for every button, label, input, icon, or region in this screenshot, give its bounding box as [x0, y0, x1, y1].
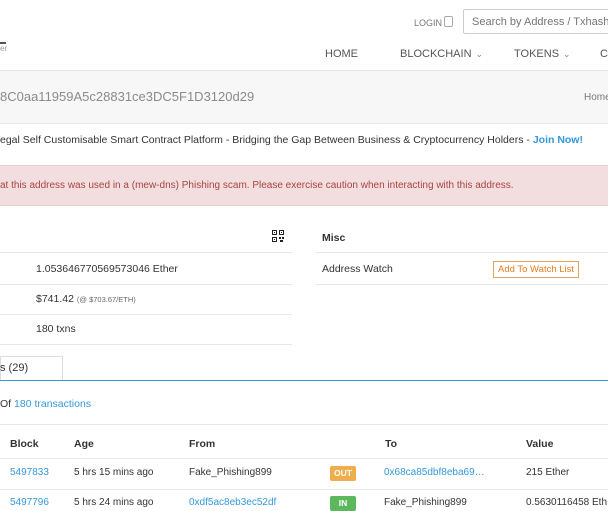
latest-prefix: Of	[0, 398, 15, 410]
nav-more-label: C	[600, 48, 608, 60]
login-link[interactable]: LOGIN	[414, 16, 454, 28]
from-address: Fake_Phishing899	[189, 467, 272, 478]
tx-age: 5 hrs 15 mins ago	[74, 467, 154, 478]
divider	[316, 252, 608, 253]
nav-more[interactable]: C	[600, 48, 608, 60]
ether-rate: (@ $703.67/ETH)	[76, 295, 136, 304]
divider	[0, 458, 608, 459]
column-header-value: Value	[526, 438, 554, 450]
to-address: Fake_Phishing899	[384, 497, 467, 508]
nav-blockchain[interactable]: BLOCKCHAIN ⌄	[400, 48, 483, 60]
divider	[0, 489, 608, 490]
divider	[0, 424, 608, 425]
transactions-count: 180 txns	[36, 323, 76, 335]
nav-home[interactable]: HOME	[325, 48, 358, 60]
page-title: 8C0aa11959A5c28831ce3DC5F1D3120d29	[0, 89, 255, 104]
chevron-down-icon: ⌄	[563, 49, 571, 59]
tab-underline	[0, 380, 608, 381]
add-to-watch-list-button[interactable]: Add To Watch List	[493, 261, 580, 278]
search-input[interactable]	[463, 9, 608, 34]
nav-tokens[interactable]: TOKENS ⌄	[514, 48, 571, 60]
block-link[interactable]: 5497796	[10, 497, 49, 508]
balance-value: 1.053646770569573046 Ether	[36, 263, 178, 275]
direction-out-badge: OUT	[330, 466, 356, 481]
latest-transactions-info: Of 180 transactions	[0, 398, 91, 410]
tab-transactions-label: s (29)	[0, 362, 29, 374]
column-header-to: To	[385, 438, 398, 450]
to-address-link[interactable]: 0x68ca85dbf8eba69…	[384, 467, 485, 478]
nav-tokens-label: TOKENS	[514, 48, 560, 60]
divider	[0, 284, 292, 285]
tx-value: 215 Ether	[526, 467, 570, 478]
tx-value: 0.5630116458 Eth	[526, 497, 608, 508]
promo-join-link[interactable]: Join Now!	[533, 134, 583, 146]
nav-blockchain-label: BLOCKCHAIN	[400, 48, 472, 60]
address-watch-label: Address Watch	[322, 263, 393, 275]
ether-value-usd: $741.42	[36, 293, 74, 305]
misc-title: Misc	[322, 232, 346, 244]
column-header-age: Age	[74, 438, 94, 450]
ether-value: $741.42 (@ $703.67/ETH)	[36, 293, 136, 305]
breadcrumb-home[interactable]: Home	[584, 92, 608, 103]
login-icon	[444, 16, 454, 27]
direction-in-badge: IN	[330, 496, 356, 511]
from-address-link[interactable]: 0xdf5ac8eb3ec52df	[189, 497, 276, 508]
divider	[316, 284, 608, 285]
divider	[0, 314, 292, 315]
column-header-from: From	[189, 438, 216, 450]
divider	[0, 344, 292, 345]
block-link[interactable]: 5497833	[10, 467, 49, 478]
logo-subtitle: er	[0, 44, 8, 53]
phishing-alert-text: at this address was used in a (mew-dns) …	[0, 180, 514, 191]
login-label: LOGIN	[414, 18, 443, 28]
qr-code-icon[interactable]	[272, 230, 284, 242]
promo-text: egal Self Customisable Smart Contract Pl…	[0, 134, 533, 146]
sponsored-banner: egal Self Customisable Smart Contract Pl…	[0, 134, 583, 146]
column-header-block: Block	[10, 438, 39, 450]
chevron-down-icon: ⌄	[475, 49, 484, 59]
view-all-transactions-link[interactable]: 180 transactions	[14, 398, 91, 410]
nav-home-label: HOME	[325, 48, 358, 60]
divider	[0, 252, 292, 253]
tx-age: 5 hrs 24 mins ago	[74, 497, 154, 508]
